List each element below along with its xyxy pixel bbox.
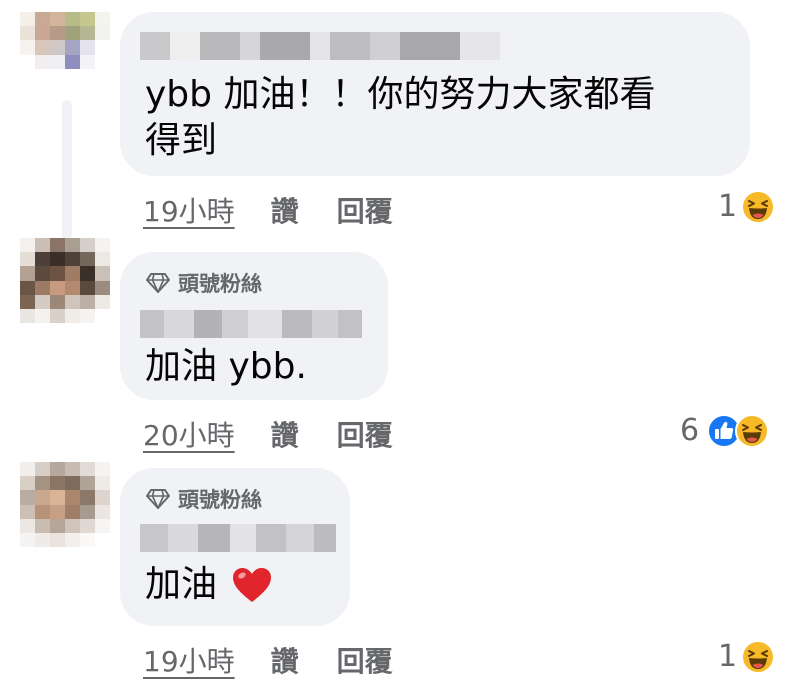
top-fan-badge[interactable]: 頭號粉絲 [146,484,262,514]
comment-author-name[interactable] [140,310,362,338]
reaction-count: 1 [718,639,738,674]
diamond-icon [146,273,170,293]
comment-author-name[interactable] [140,32,500,60]
haha-icon [735,413,770,448]
top-fan-label: 頭號粉絲 [178,488,262,512]
comment-bubble: 頭號粉絲 加油 [120,468,350,626]
reply-button[interactable]: 回覆 [337,640,393,680]
top-fan-badge[interactable]: 頭號粉絲 [146,268,262,298]
comment-timestamp[interactable]: 19小時 [143,190,235,230]
avatar[interactable] [20,238,110,323]
thread-connector [62,100,72,240]
comment-text: ybb 加油！！你的努力大家都看 得到 [145,72,655,164]
reply-button[interactable]: 回覆 [337,190,393,230]
comment-text: 加油 ybb. [145,344,307,390]
comment-actions: 20小時 讚 回覆 [143,414,393,454]
comment-text-line: 加油 [145,564,218,605]
top-fan-label: 頭號粉絲 [178,272,262,296]
comment-text-line: 加油 ybb. [145,346,307,387]
reaction-count: 6 [680,413,700,448]
reply-button[interactable]: 回覆 [337,414,393,454]
avatar[interactable] [20,12,110,97]
comment-bubble: ybb 加油！！你的努力大家都看 得到 [120,12,750,176]
like-button[interactable]: 讚 [271,414,299,454]
comment-actions: 19小時 讚 回覆 [143,640,393,680]
reaction-summary[interactable]: 6 [680,413,770,448]
avatar[interactable] [20,462,110,547]
comment-actions: 19小時 讚 回覆 [143,190,393,230]
heart-icon [233,568,272,602]
reaction-summary[interactable]: 1 [718,189,776,224]
comment-bubble: 頭號粉絲 加油 ybb. [120,252,388,400]
like-button[interactable]: 讚 [271,190,299,230]
comment-text-line: ybb 加油！！你的努力大家都看 [145,74,656,115]
comment-text: 加油 [145,562,273,608]
comment-timestamp[interactable]: 20小時 [143,414,235,454]
haha-icon [741,189,776,224]
reaction-summary[interactable]: 1 [718,639,776,674]
comment-timestamp[interactable]: 19小時 [143,640,235,680]
comment-author-name[interactable] [140,524,336,552]
like-button[interactable]: 讚 [271,640,299,680]
comment-text-line: 得到 [145,120,218,161]
diamond-icon [146,489,170,509]
haha-icon [741,639,776,674]
reaction-count: 1 [718,189,738,224]
